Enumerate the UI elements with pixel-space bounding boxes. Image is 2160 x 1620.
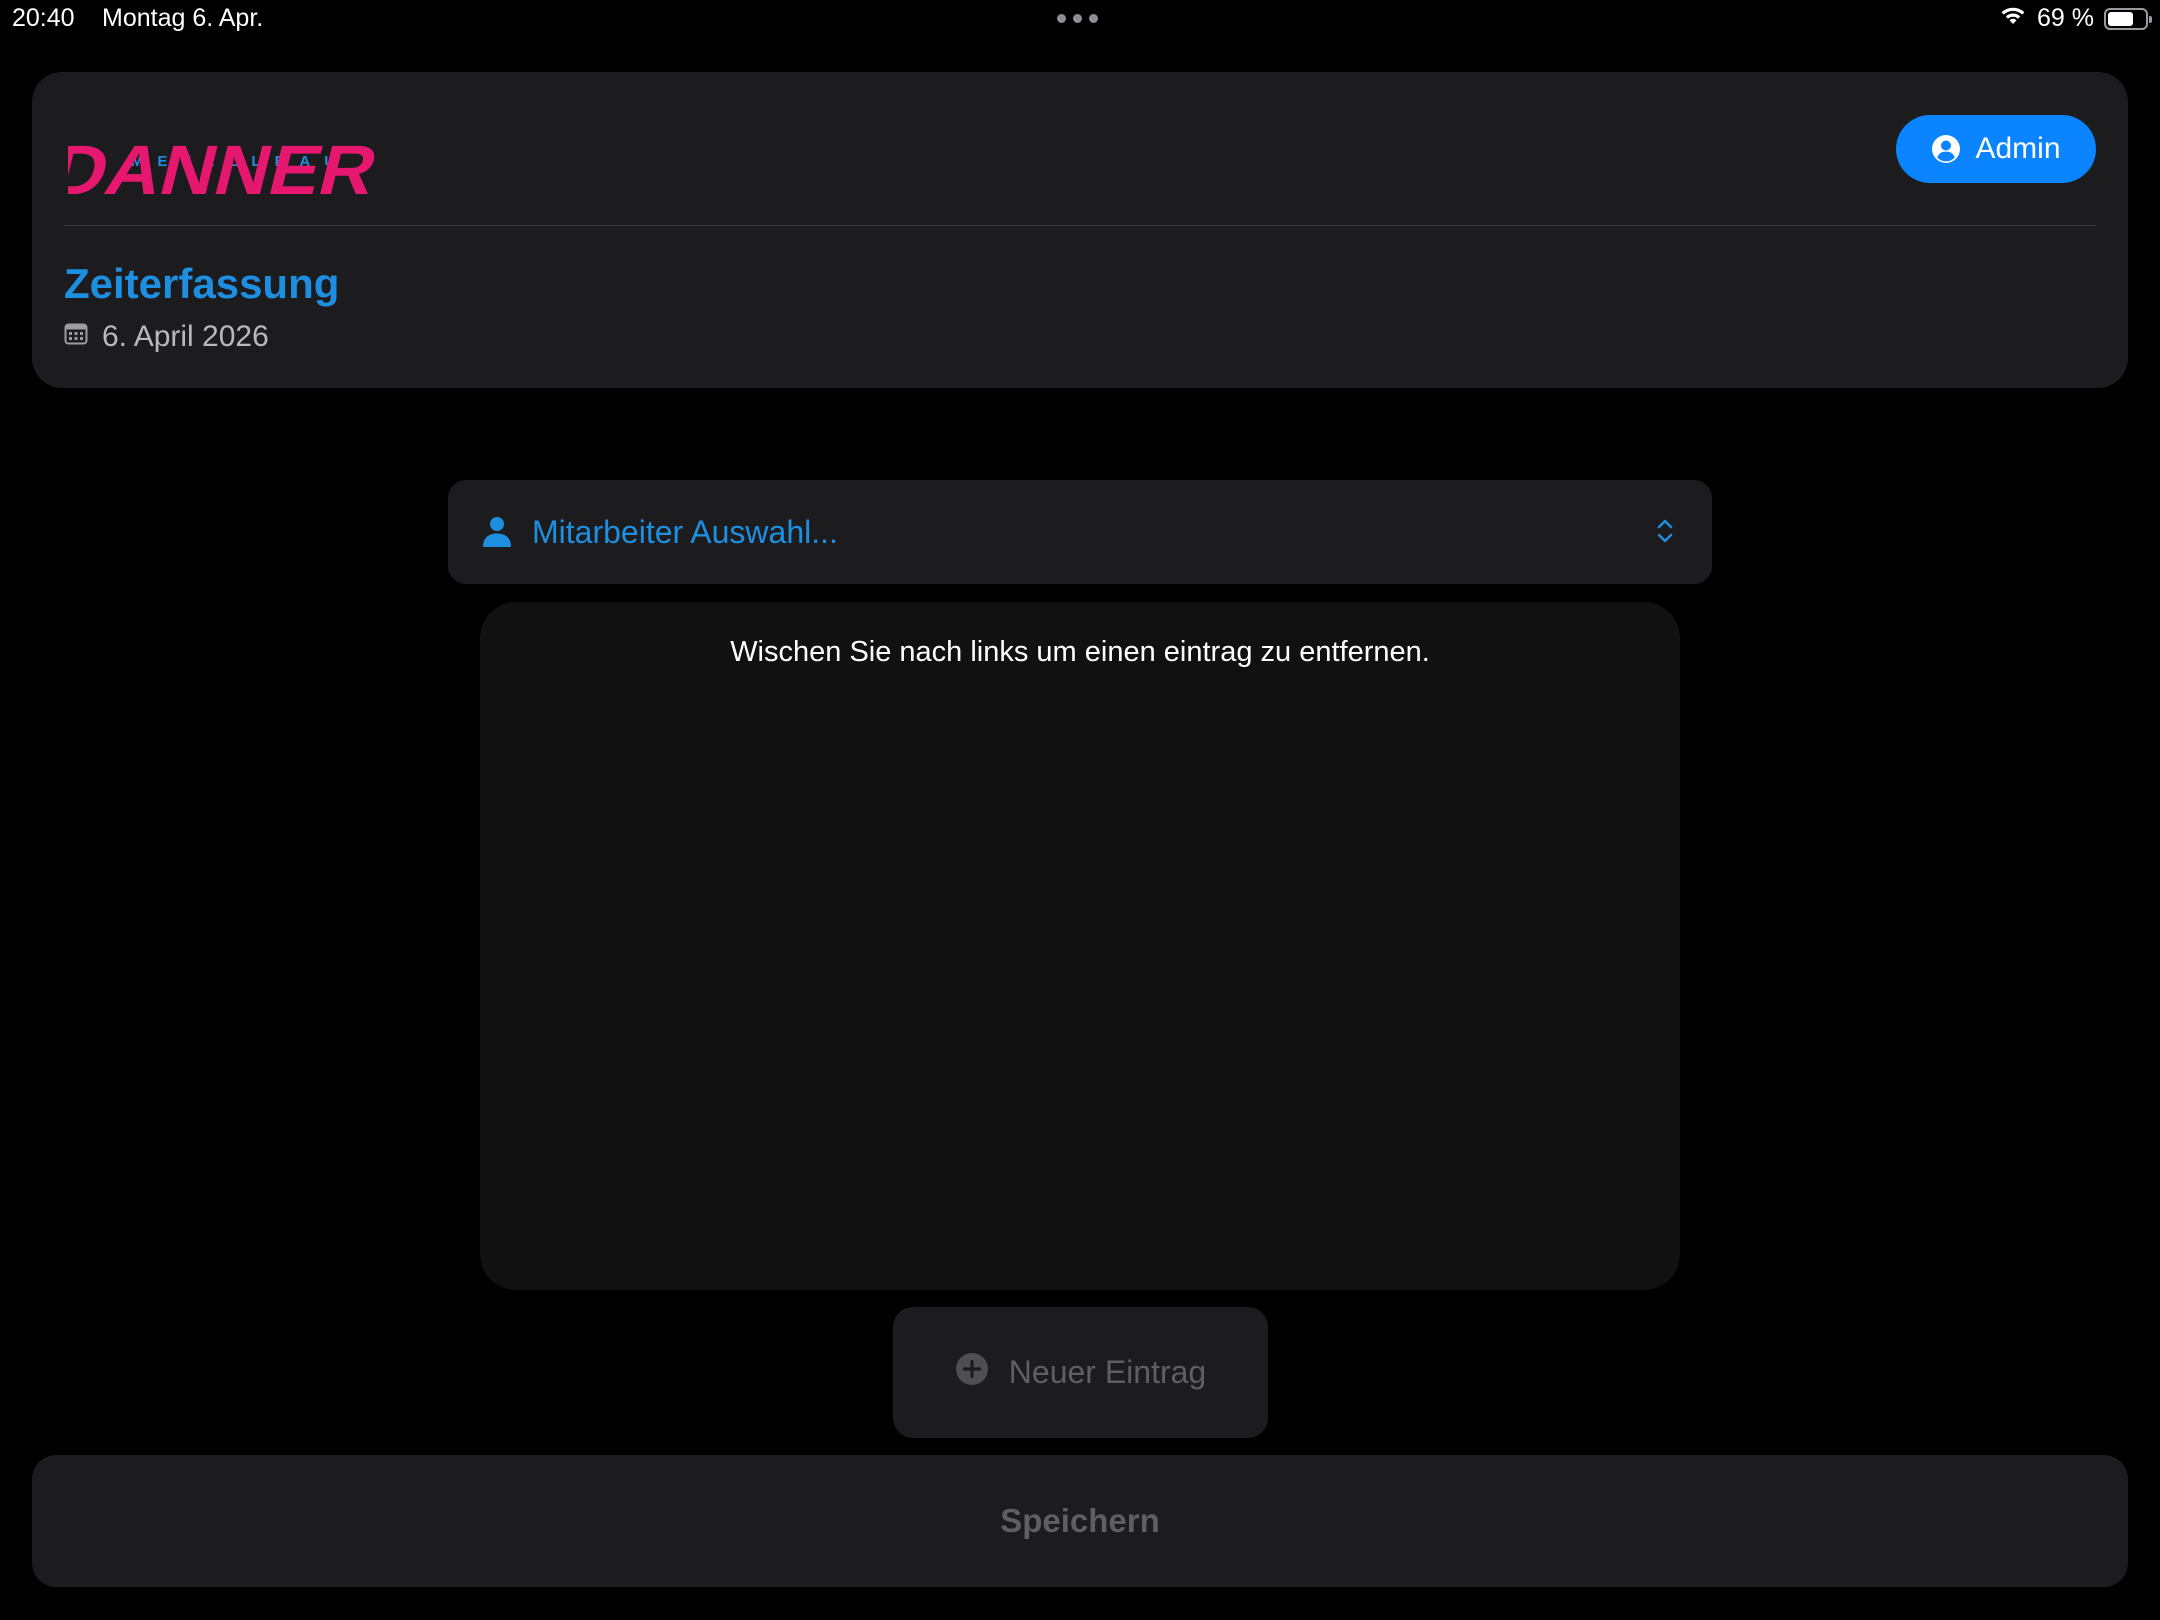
header-card: METALLBAU DANNER Admin Zeiterfassung 6. … <box>32 72 2128 388</box>
header-divider <box>64 225 2096 226</box>
save-button[interactable]: Speichern <box>32 1455 2128 1587</box>
status-time: 20:40 <box>12 4 75 32</box>
multitasking-dots-icon[interactable] <box>1057 14 1098 23</box>
new-entry-label: Neuer Eintrag <box>1008 1354 1207 1390</box>
admin-button-label: Admin <box>1975 132 2061 165</box>
header-date: 6. April 2026 <box>102 320 269 353</box>
status-date: Montag 6. Apr. <box>102 4 264 32</box>
new-entry-button[interactable]: Neuer Eintrag <box>893 1307 1268 1438</box>
status-indicators: 69 % <box>1999 4 2152 33</box>
plus-circle-icon <box>955 1352 989 1394</box>
employee-picker-label: Mitarbeiter Auswahl... <box>532 514 838 550</box>
battery-icon <box>2104 7 2152 30</box>
save-button-label: Speichern <box>1000 1502 1160 1539</box>
battery-percent: 69 % <box>2037 4 2094 32</box>
swipe-hint: Wischen Sie nach links um einen eintrag … <box>730 636 1430 668</box>
person-circle-icon <box>1931 134 1961 164</box>
calendar-icon <box>64 320 88 354</box>
page-title: Zeiterfassung <box>64 260 340 307</box>
employee-picker[interactable]: Mitarbeiter Auswahl... <box>448 480 1712 584</box>
entries-list[interactable]: Wischen Sie nach links um einen eintrag … <box>480 602 1680 1290</box>
person-icon <box>482 516 512 553</box>
chevron-up-down-icon <box>1656 516 1674 551</box>
status-bar: 20:40 Montag 6. Apr. 69 % <box>0 0 2160 40</box>
logo-name: DANNER <box>68 132 385 202</box>
screen: 20:40 Montag 6. Apr. 69 % METALLBAU DANN… <box>0 0 2160 1620</box>
danner-logo: METALLBAU DANNER <box>68 132 385 202</box>
battery-level <box>2108 11 2133 26</box>
wifi-icon <box>1999 4 2027 33</box>
date-row: 6. April 2026 <box>64 320 269 354</box>
admin-button[interactable]: Admin <box>1896 115 2096 183</box>
